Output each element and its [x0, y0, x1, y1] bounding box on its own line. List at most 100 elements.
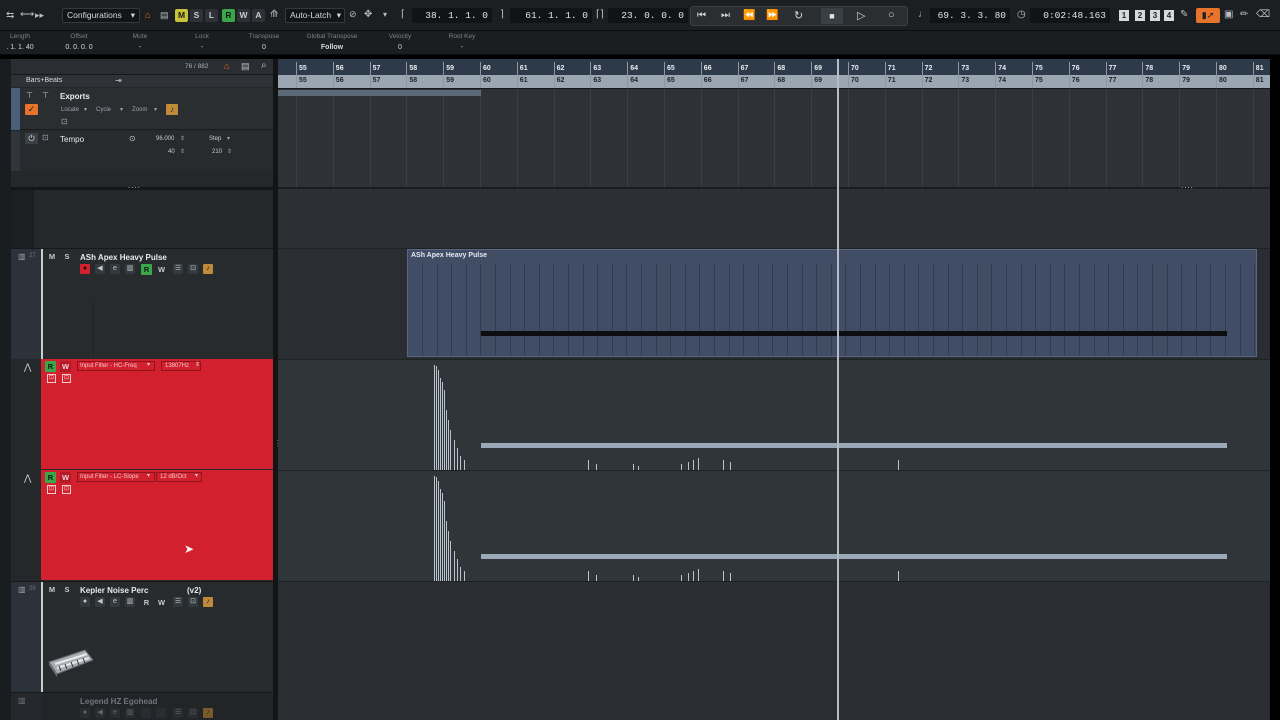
- timeline-ruler[interactable]: 55 55 56 56 57 57 58 58 59 59 60 60 61 61 62 62 63 63 64 64…: [278, 59, 1270, 89]
- global-solo-button[interactable]: S: [190, 9, 203, 22]
- divider-handle-icon[interactable]: ....: [1181, 181, 1194, 190]
- global-mute-button[interactable]: M: [175, 9, 188, 22]
- quantize-4-button[interactable]: 4: [1164, 10, 1174, 21]
- project-window-icon[interactable]: ⇆: [6, 10, 14, 21]
- chevron-down-icon[interactable]: ▾: [383, 10, 387, 19]
- instrument-track-ash-apex[interactable]: ▥ 27 M S ASh Apex Heavy Pulse ● ◀ e ▥ R …: [11, 248, 273, 359]
- monitor-icon[interactable]: ◀: [95, 708, 105, 718]
- tempo-mode-dropdown[interactable]: Step: [209, 134, 221, 144]
- position-time-field[interactable]: 0:02:48.163: [1030, 8, 1110, 23]
- lock-icon[interactable]: ⌂: [145, 10, 150, 20]
- configurations-dropdown[interactable]: Configurations ▾: [62, 8, 140, 23]
- quantize-1-button[interactable]: 1: [1119, 10, 1129, 21]
- edit-instrument-icon[interactable]: e: [110, 264, 120, 274]
- lock-icon[interactable]: ⊡: [61, 117, 68, 126]
- erase-tool-icon[interactable]: ⌫: [1256, 9, 1270, 20]
- pencil-tool-icon[interactable]: ✏: [1240, 9, 1248, 20]
- lock-icon[interactable]: ⊡: [62, 485, 71, 494]
- track-list-view-icon[interactable]: ▤: [241, 61, 250, 72]
- lanes-icon[interactable]: ☰: [173, 597, 183, 607]
- object-select-tool-icon[interactable]: ▮➚: [1196, 8, 1220, 23]
- mute-button[interactable]: M: [47, 585, 57, 595]
- tempo-max-field[interactable]: 210: [212, 147, 222, 157]
- search-icon[interactable]: ⌕: [261, 60, 267, 71]
- snap-icon[interactable]: ⊘: [349, 9, 357, 20]
- automation-parameter-dropdown[interactable]: Input Filter - LC-Slope: [77, 472, 155, 482]
- checkbox-icon[interactable]: ✓: [25, 104, 38, 115]
- marker-track-exports[interactable]: ⊤ ⊤ Exports ✓ Locate ▾ Cycle ▾ Zoom ▾ ♪ …: [11, 88, 273, 130]
- cycle-dropdown[interactable]: Cycle: [96, 105, 111, 115]
- stepper-icon[interactable]: ⇕: [180, 147, 185, 157]
- lanes-icon[interactable]: ☰: [173, 264, 183, 274]
- automation-parameter-dropdown[interactable]: Input Filter - HC-Freq: [77, 361, 155, 371]
- edit-instrument-icon[interactable]: e: [110, 708, 120, 718]
- power-icon[interactable]: ⏻: [25, 133, 38, 144]
- automation-mode-icon[interactable]: ⟰: [270, 9, 278, 20]
- midi-event-ash-apex[interactable]: ASh Apex Heavy Pulse: [407, 249, 1257, 357]
- read-automation-button[interactable]: R: [45, 472, 56, 483]
- solo-button[interactable]: S: [62, 585, 72, 595]
- project-arrange-area[interactable]: 55 55 56 56 57 57 58 58 59 59 60 60 61 61 62 62 63 63 64 64…: [278, 59, 1270, 720]
- grid-icon[interactable]: ▤: [160, 10, 169, 21]
- mute-automation-icon[interactable]: ⊡: [47, 374, 56, 383]
- edit-icon[interactable]: ♪: [203, 264, 213, 274]
- go-to-end-icon[interactable]: ⏭: [721, 10, 730, 21]
- info-root-key[interactable]: Root Key -: [442, 33, 482, 51]
- arrow-right-icon[interactable]: ⇥: [115, 76, 122, 85]
- automation-panel-button[interactable]: A: [252, 9, 265, 22]
- track-name[interactable]: Legend HZ Egohead: [80, 697, 157, 706]
- lanes-icon[interactable]: ☰: [173, 708, 183, 718]
- forward-icon[interactable]: ⏩: [766, 10, 778, 21]
- automation-lane-hc-freq[interactable]: ⋀ R W Input Filter - HC-Freq ▾ 13807Hz ⇕…: [11, 359, 273, 469]
- read-automation-button[interactable]: R: [141, 264, 152, 275]
- write-automation-button[interactable]: [156, 708, 166, 718]
- ruler-track-label[interactable]: Bars+Beats: [26, 77, 62, 84]
- play-icon[interactable]: ▷: [857, 9, 865, 22]
- exports-track-name[interactable]: Exports: [60, 92, 90, 101]
- edit-icon[interactable]: ♪: [203, 597, 213, 607]
- automation-curve-hc-freq[interactable]: [481, 443, 1227, 448]
- mute-button[interactable]: M: [47, 252, 57, 262]
- clock-icon[interactable]: ◷: [1017, 9, 1026, 20]
- instrument-track-kepler[interactable]: ▥ 28 M S Kepler Noise Perc (v2) ● ◀ e ▥ …: [11, 581, 273, 692]
- stop-icon[interactable]: ■: [821, 8, 843, 24]
- tempo-settings-icon[interactable]: ⊙: [129, 134, 136, 143]
- write-automation-button[interactable]: W: [60, 472, 71, 483]
- write-automation-button[interactable]: W: [60, 361, 71, 372]
- instrument-track-legend[interactable]: ▥ Legend HZ Egohead ● ◀ e ▥ ☰ ⊡ ♪: [11, 692, 273, 720]
- info-lock[interactable]: Lock -: [182, 33, 222, 51]
- edit-instrument-icon[interactable]: e: [110, 597, 120, 607]
- toolbar-dropdown-icon[interactable]: ▸▸: [35, 10, 44, 21]
- stepper-icon[interactable]: ⇕: [227, 147, 232, 157]
- right-locator-icon[interactable]: ⌉: [500, 9, 504, 20]
- track-name[interactable]: Kepler Noise Perc: [80, 586, 148, 595]
- stepper-icon[interactable]: ⇕: [195, 361, 200, 368]
- lock-icon[interactable]: ⊡: [188, 597, 198, 607]
- position-bars-field[interactable]: 69. 3. 3. 80: [930, 8, 1010, 23]
- lock-icon[interactable]: ⊡: [42, 133, 49, 142]
- mute-automation-icon[interactable]: ⊡: [47, 485, 56, 494]
- marker-add-icon[interactable]: ⊤: [42, 91, 49, 100]
- record-enable-icon[interactable]: ●: [80, 708, 90, 718]
- write-automation-button[interactable]: W: [156, 597, 167, 608]
- tempo-track-name[interactable]: Tempo: [60, 135, 84, 144]
- lock-icon[interactable]: ⊡: [188, 708, 198, 718]
- left-locator-field[interactable]: 38. 1. 1. 0: [412, 8, 492, 23]
- range-tool-icon[interactable]: ▣: [1224, 9, 1233, 20]
- playhead-cursor[interactable]: [837, 59, 839, 720]
- automation-curve-lc-slope[interactable]: [481, 554, 1227, 559]
- cycle-icon[interactable]: ↻: [794, 9, 803, 22]
- record-icon[interactable]: ○: [888, 9, 895, 21]
- orange-lock-icon[interactable]: ⌂: [224, 61, 229, 71]
- punch-range-icon[interactable]: ⌈⌉: [596, 9, 604, 20]
- range-length-field[interactable]: 23. 0. 0. 0: [608, 8, 688, 23]
- info-offset[interactable]: Offset 0. 0. 0. 0: [56, 33, 102, 51]
- solo-button[interactable]: S: [62, 252, 72, 262]
- quantize-3-button[interactable]: 3: [1150, 10, 1160, 21]
- go-to-start-icon[interactable]: ⏮: [697, 10, 706, 21]
- automation-mode-dropdown[interactable]: Auto-Latch ▾: [285, 8, 345, 23]
- info-global-transpose[interactable]: Global Transpose Follow: [300, 33, 364, 51]
- global-read-button[interactable]: R: [222, 9, 235, 22]
- rewind-icon[interactable]: ⏪: [743, 10, 755, 21]
- info-velocity[interactable]: Velocity 0: [380, 33, 420, 51]
